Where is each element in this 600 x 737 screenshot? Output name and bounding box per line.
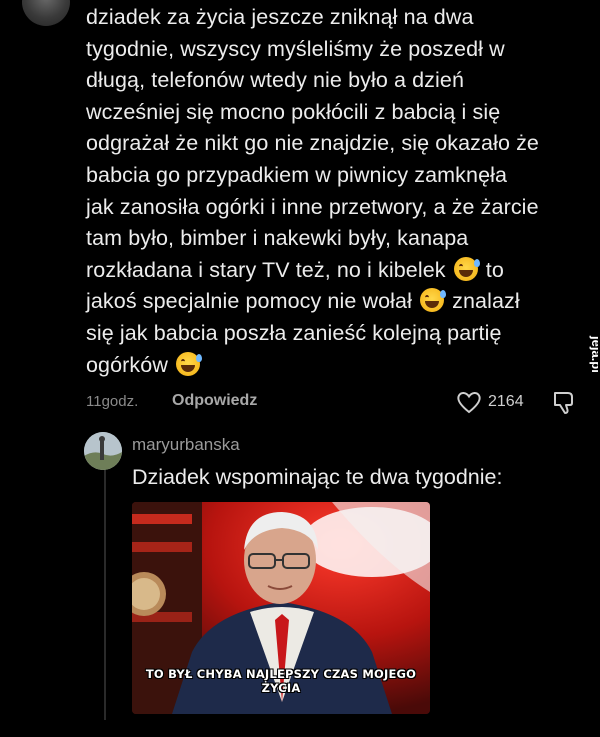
reply-media-image[interactable]: TO BYŁ CHYBA NAJLEPSZY CZAS MOJEGO ŻYCIA: [132, 502, 430, 714]
reply-button[interactable]: Odpowiedz: [172, 392, 257, 410]
reply-username[interactable]: maryurbanska: [132, 435, 240, 455]
comment-line: długą, telefonów wtedy nie było a dzień: [86, 68, 465, 93]
tears-of-joy-emoji-icon: [176, 351, 203, 376]
comment-line: jak zanosiła ogórki i inne przetwory, a …: [86, 194, 539, 219]
like-count: 2164: [488, 393, 524, 410]
comment-fragment: ogórków: [86, 352, 168, 377]
watermark-text: jeja.pl: [589, 335, 598, 373]
reply-body: Dziadek wspominając te dwa tygodnie:: [132, 465, 503, 489]
grinning-sweat-emoji-icon: [453, 256, 480, 281]
comment-line: jakoś specjalnie pomocy nie wołał znalaz…: [86, 286, 556, 318]
comment-line: odgrażał że nikt go nie znajdzie, się ok…: [86, 131, 539, 156]
comment-fragment: rozkładana i stary TV też, no i kibelek: [86, 257, 446, 282]
reply-thread-line: [104, 470, 106, 720]
comment-line: się jak babcia poszła zanieść kolejną pa…: [86, 320, 502, 345]
comment-line: babcia go przypadkiem w piwnicy zamknęła: [86, 162, 508, 187]
comment-line: ogórków: [86, 350, 556, 382]
comment-fragment: znalazł: [452, 289, 520, 314]
thumbs-down-icon: [554, 392, 573, 414]
dislike-button[interactable]: [551, 389, 577, 420]
reply-avatar[interactable]: [84, 432, 122, 470]
comment-line: tygodnie, wszyscy myśleliśmy że poszedł …: [86, 36, 505, 61]
jeja-watermark: jeja.pl: [576, 332, 600, 392]
comment-line: wcześniej się mocno pokłócili z babcią i…: [86, 99, 501, 124]
commenter-avatar[interactable]: [22, 0, 70, 26]
tears-of-joy-emoji-icon: [420, 288, 447, 313]
comment-line: rozkładana i stary TV też, no i kibelek …: [86, 255, 556, 287]
like-button[interactable]: 2164: [456, 390, 524, 414]
comment-timestamp: 11godz.: [86, 393, 139, 410]
heart-icon: [457, 392, 481, 414]
comment-body: dziadek za życia jeszcze zniknął na dwa …: [86, 2, 556, 381]
comment-fragment: to: [485, 257, 504, 282]
comment-actions: 11godz. Odpowiedz 2164: [86, 390, 586, 416]
comment-fragment: jakoś specjalnie pomocy nie wołał: [86, 289, 412, 314]
comment-line: tam było, bimber i nakewki były, kanapa: [86, 226, 469, 251]
media-caption: TO BYŁ CHYBA NAJLEPSZY CZAS MOJEGO ŻYCIA: [145, 667, 417, 695]
comment-line: dziadek za życia jeszcze zniknął na dwa: [86, 5, 474, 29]
